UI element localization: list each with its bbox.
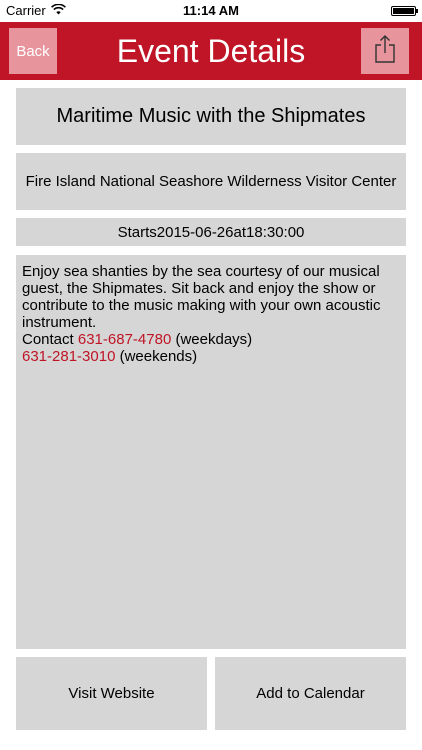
back-button[interactable]: Back (9, 28, 57, 74)
contact-prefix: Contact (22, 331, 78, 348)
start-at: at (233, 223, 247, 241)
page-title: Event Details (116, 33, 306, 69)
phone-weekdays-link[interactable]: 631-687-4780 (78, 331, 171, 348)
visit-website-button[interactable]: Visit Website (16, 657, 207, 730)
event-location: Fire Island National Seashore Wilderness… (16, 153, 406, 210)
start-prefix: Starts (117, 223, 157, 241)
event-start: Starts 2015-06-26 at 18:30:00 (16, 218, 406, 246)
status-time: 11:14 AM (183, 3, 239, 18)
battery-fill (393, 8, 414, 14)
share-icon (373, 34, 397, 69)
weekdays-label: (weekdays) (171, 331, 253, 348)
battery-icon (391, 6, 418, 16)
event-description: Enjoy sea shanties by the sea courtesy o… (16, 255, 406, 649)
navbar: Back Event Details (0, 22, 422, 80)
description-text: Enjoy sea shanties by the sea courtesy o… (22, 263, 381, 331)
start-date: 2015-06-26 (156, 223, 234, 241)
phone-weekends-link[interactable]: 631-281-3010 (22, 348, 115, 365)
status-bar: Carrier 11:14 AM (0, 0, 422, 22)
contact-line: Contact 631-687-4780 (weekdays) (22, 331, 400, 348)
start-time: 18:30:00 (246, 223, 305, 241)
add-to-calendar-button[interactable]: Add to Calendar (215, 657, 406, 730)
contact-line-weekends: 631-281-3010 (weekends) (22, 348, 400, 365)
weekends-label: (weekends) (115, 348, 198, 365)
share-button[interactable] (361, 28, 409, 74)
event-title: Maritime Music with the Shipmates (16, 88, 406, 145)
